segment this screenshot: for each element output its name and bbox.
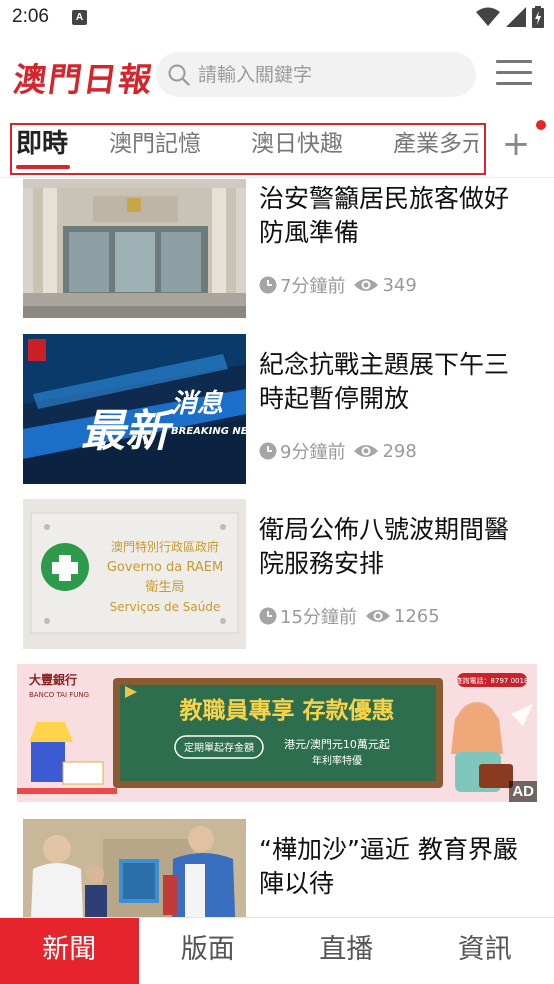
ad-bank-name: 大豐銀行 — [29, 672, 77, 687]
status-time: 2:06 — [12, 6, 49, 27]
ad-headline: 教職員專享 存款優惠 — [179, 697, 394, 724]
notification-dot — [536, 120, 546, 130]
wifi-icon — [476, 7, 500, 26]
sign-line4: Serviços de Saúde — [110, 600, 221, 614]
tab-highlight-box — [10, 123, 486, 175]
ad-line2: 年利率特優 — [312, 754, 362, 767]
news-card[interactable]: 治安警籲居民旅客做好防風準備 7分鐘前 349 — [23, 179, 537, 318]
news-title[interactable]: 紀念抗戰主題展下午三時起暫停開放 — [259, 348, 529, 416]
news-views: 298 — [353, 440, 417, 462]
app-logo[interactable]: 澳門日報 — [11, 53, 158, 101]
app-header: 澳門日報 — [0, 36, 554, 112]
news-time: 7分鐘前 — [280, 276, 346, 297]
news-title[interactable]: 治安警籲居民旅客做好防風準備 — [259, 182, 529, 250]
nav-news[interactable]: 新聞 — [0, 918, 139, 984]
ad-pill: 定期單起存金額 — [184, 741, 254, 754]
status-bar: 2:06 A — [0, 0, 554, 36]
news-meta: 9分鐘前 298 — [259, 438, 417, 464]
ad-banner[interactable]: 大豐銀行 BANCO TAI FUNG 查詢電話：8797 0018 教職員專享… — [17, 664, 537, 802]
menu-icon-bar — [496, 82, 532, 85]
news-card[interactable]: 澳門特別行政區政府 Governo da RAEM 衛生局 Serviços d… — [23, 499, 537, 649]
nav-info[interactable]: 資訊 — [416, 918, 554, 984]
clock-icon — [259, 442, 277, 460]
breaking-news-graphic: 最新 消息 BREAKING NEWS — [23, 334, 246, 484]
clock-icon — [259, 276, 277, 294]
search-input[interactable] — [198, 63, 458, 86]
category-tab-bar: 即時 澳門記憶 澳日快趣 產業多元 + — [0, 112, 554, 178]
bottom-nav: 新聞 版面 直播 資訊 — [0, 917, 554, 984]
news-title[interactable]: 衛局公佈八號波期間醫院服務安排 — [259, 513, 529, 581]
news-views: 1265 — [365, 606, 440, 627]
notification-icon: A — [72, 10, 87, 25]
breaking-main-text: 最新 — [81, 406, 176, 457]
news-time: 15分鐘前 — [280, 607, 357, 628]
nav-live[interactable]: 直播 — [277, 918, 416, 984]
news-thumbnail — [23, 819, 246, 917]
news-meta: 7分鐘前 349 — [259, 272, 417, 298]
clock-icon — [259, 607, 277, 625]
news-thumbnail: 最新 消息 BREAKING NEWS — [23, 334, 246, 484]
nav-pages[interactable]: 版面 — [139, 918, 278, 984]
status-icons — [476, 6, 544, 28]
sign-line2: Governo da RAEM — [107, 560, 223, 575]
ad-hotline: 查詢電話：8797 0018 — [456, 676, 529, 685]
sign-line1: 澳門特別行政區政府 — [111, 539, 219, 554]
views-count: 349 — [382, 274, 417, 296]
news-title[interactable]: “樺加沙”逼近 教育界嚴陣以待 — [259, 833, 529, 901]
eye-icon — [354, 445, 379, 457]
ad-graphic: 大豐銀行 BANCO TAI FUNG 查詢電話：8797 0018 教職員專享… — [17, 664, 537, 802]
news-thumbnail — [23, 179, 246, 318]
breaking-en-text: BREAKING NEWS — [171, 426, 246, 437]
news-card[interactable]: 最新 消息 BREAKING NEWS 紀念抗戰主題展下午三時起暫停開放 9分鐘… — [23, 334, 537, 484]
menu-icon-bar — [496, 60, 532, 63]
ad-bank-name-en: BANCO TAI FUNG — [29, 691, 89, 699]
add-tab-button[interactable]: + — [500, 126, 532, 162]
menu-button[interactable] — [496, 60, 532, 90]
ad-line1: 港元/澳門元10萬元起 — [284, 738, 390, 751]
views-count: 1265 — [393, 605, 440, 627]
news-time: 9分鐘前 — [280, 442, 346, 463]
sign-line3: 衛生局 — [145, 580, 184, 595]
news-card[interactable]: “樺加沙”逼近 教育界嚴陣以待 — [23, 819, 537, 917]
search-icon — [168, 64, 190, 86]
signal-icon — [506, 7, 526, 27]
building-photo — [23, 179, 246, 318]
health-bureau-sign: 澳門特別行政區政府 Governo da RAEM 衛生局 Serviços d… — [23, 499, 246, 649]
battery-icon — [532, 6, 544, 28]
news-feed[interactable]: 治安警籲居民旅客做好防風準備 7分鐘前 349 最新 消息 BREAKING N… — [0, 179, 554, 917]
views-count: 298 — [382, 440, 417, 462]
people-photo — [23, 819, 246, 917]
eye-icon — [365, 610, 390, 622]
menu-icon-bar — [496, 71, 532, 74]
news-views: 349 — [353, 274, 417, 296]
breaking-sub-text: 消息 — [171, 389, 224, 419]
ad-tag: AD — [509, 781, 537, 802]
news-meta: 15分鐘前 1265 — [259, 603, 440, 629]
search-bar[interactable] — [156, 52, 476, 97]
eye-icon — [354, 279, 379, 291]
news-thumbnail: 澳門特別行政區政府 Governo da RAEM 衛生局 Serviços d… — [23, 499, 246, 649]
